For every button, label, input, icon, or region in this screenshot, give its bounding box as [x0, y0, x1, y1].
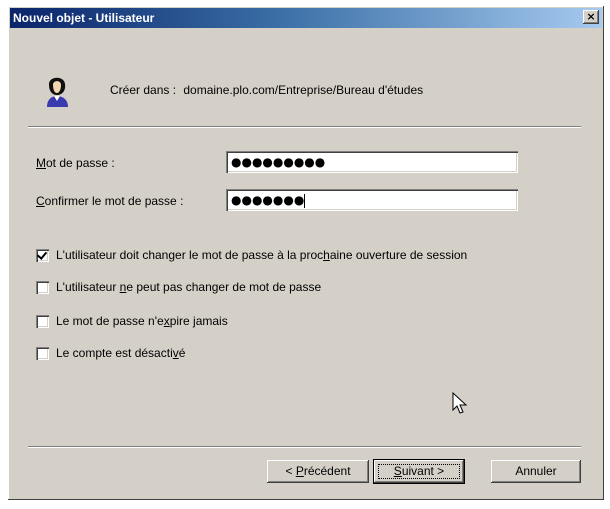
user-icon	[47, 77, 68, 107]
separator-bottom	[28, 446, 581, 448]
title-bar[interactable]: Nouvel objet - Utilisateur ×	[10, 8, 602, 28]
option-label: Le mot de passe n'expire jamais	[56, 314, 228, 328]
close-icon: ×	[586, 10, 596, 23]
password-masked-value: ●●●●●●●●●	[231, 155, 326, 169]
confirm-password-label: Confirmer le mot de passe :	[36, 194, 184, 208]
back-button-label: < Précédent	[285, 464, 351, 478]
checkbox-must-change-password[interactable]	[36, 248, 49, 262]
close-button[interactable]: ×	[583, 10, 599, 24]
option-cannot-change-password[interactable]: L'utilisateur ne peut pas changer de mot…	[36, 280, 321, 294]
separator-top	[28, 126, 581, 128]
text-caret	[304, 193, 306, 208]
next-button[interactable]: Suivant >	[373, 459, 465, 484]
option-must-change-password[interactable]: L'utilisateur doit changer le mot de pas…	[36, 248, 467, 262]
confirm-masked-value: ●●●●●●●	[231, 193, 305, 207]
window-title: Nouvel objet - Utilisateur	[13, 11, 155, 25]
option-label: L'utilisateur doit changer le mot de pas…	[56, 248, 468, 262]
next-button-label: Suivant >	[393, 464, 445, 478]
option-account-disabled[interactable]: Le compte est désactivé	[36, 346, 185, 360]
checkbox-password-never-expires[interactable]	[36, 314, 49, 328]
password-input[interactable]: ●●●●●●●●●	[226, 151, 518, 173]
option-label: Le compte est désactivé	[56, 346, 186, 360]
confirm-password-input[interactable]: ●●●●●●●	[226, 189, 518, 211]
password-label: Mot de passe :	[36, 156, 115, 170]
option-password-never-expires[interactable]: Le mot de passe n'expire jamais	[36, 314, 228, 328]
create-in-line: Créer dans : domaine.plo.com/Entreprise/…	[110, 83, 423, 97]
cancel-button-label: Annuler	[515, 464, 557, 478]
option-label: L'utilisateur ne peut pas changer de mot…	[56, 280, 322, 294]
cancel-button[interactable]: Annuler	[491, 460, 581, 483]
create-in-label: Créer dans :	[110, 83, 177, 97]
mouse-pointer-icon	[452, 392, 468, 414]
create-in-path: domaine.plo.com/Entreprise/Bureau d'étud…	[183, 83, 424, 97]
checkbox-cannot-change-password[interactable]	[36, 280, 49, 294]
back-button[interactable]: < Précédent	[267, 460, 369, 483]
checkbox-account-disabled[interactable]	[36, 346, 49, 360]
